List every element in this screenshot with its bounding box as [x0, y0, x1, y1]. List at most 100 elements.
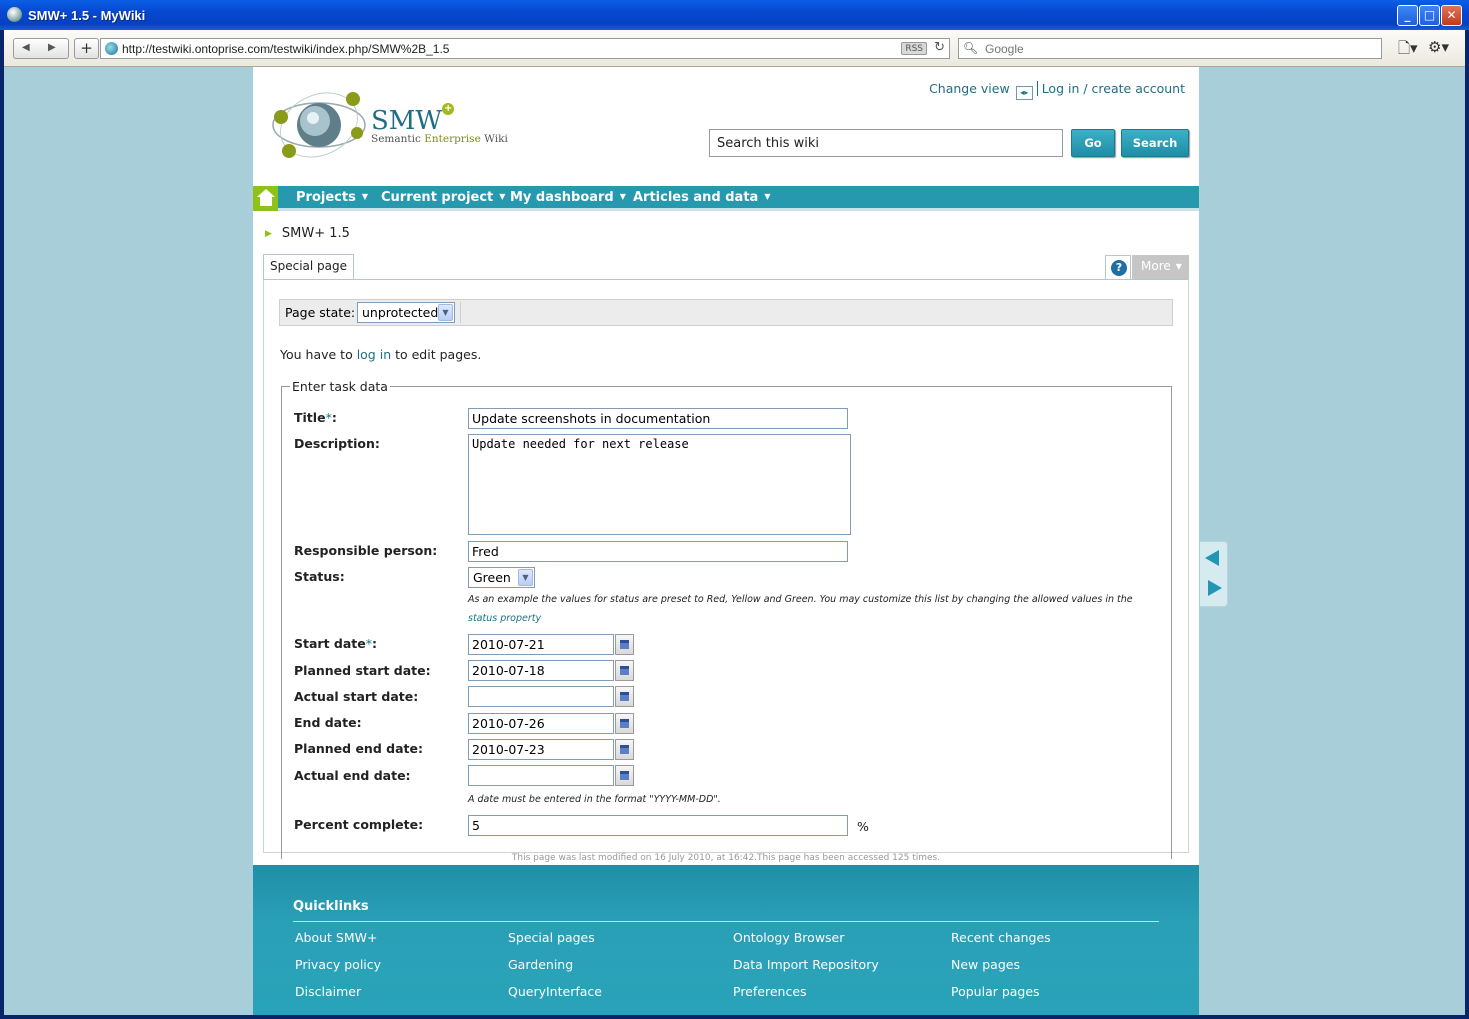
- footer-link-data-import[interactable]: Data Import Repository: [733, 957, 879, 972]
- status-property-link[interactable]: status property: [468, 613, 541, 624]
- back-forward-buttons: ◀ ▶: [13, 38, 69, 59]
- chevron-down-icon: ▼: [764, 192, 771, 201]
- login-inline-link[interactable]: log in: [357, 347, 391, 362]
- minimize-button[interactable]: _: [1397, 5, 1418, 26]
- chevron-down-icon[interactable]: ▼: [438, 304, 453, 321]
- planned-start-label: Planned start date:: [294, 663, 431, 678]
- planned-end-label: Planned end date:: [294, 741, 423, 756]
- reload-icon[interactable]: ↻: [934, 40, 945, 55]
- end-date-field[interactable]: [468, 713, 614, 734]
- page-title: SMW+ 1.5: [281, 226, 350, 241]
- page-state-select[interactable]: unprotected ▼: [357, 302, 455, 323]
- logo-subtitle: Semantic Enterprise Wiki: [371, 133, 508, 145]
- percent-field[interactable]: [468, 815, 848, 836]
- main-menu: Projects ▼ Current project ▼ My dashboard ▼…: [253, 186, 1199, 211]
- title-label: Title*:: [294, 410, 337, 425]
- change-view-link[interactable]: Change view: [929, 81, 1010, 96]
- description-label: Description:: [294, 436, 380, 451]
- browser-toolbar: ◀ ▶ + http://testwiki.ontoprise.com/test…: [4, 30, 1465, 67]
- menu-projects[interactable]: Projects ▼: [296, 190, 368, 205]
- home-icon[interactable]: [253, 186, 278, 211]
- calendar-icon[interactable]: [615, 686, 634, 707]
- browser-search-bar[interactable]: 🔍︎: [958, 38, 1382, 59]
- footer-link-ontology-browser[interactable]: Ontology Browser: [733, 930, 844, 945]
- change-view-icon[interactable]: ◂▸: [1015, 86, 1033, 100]
- page-menu-icon[interactable]: 🗋▾: [1398, 38, 1418, 63]
- page-state-bar: Page state: unprotected ▼: [279, 299, 1173, 326]
- footer-link-privacy[interactable]: Privacy policy: [295, 957, 381, 972]
- status-note-link-line: status property: [468, 613, 541, 624]
- browser-app-icon: [7, 7, 22, 22]
- search-button[interactable]: Search: [1121, 129, 1189, 157]
- close-button[interactable]: ✕: [1441, 5, 1462, 26]
- chevron-down-icon: ▼: [361, 192, 368, 201]
- forward-icon[interactable]: ▶: [48, 42, 56, 53]
- help-icon: ?: [1111, 260, 1127, 276]
- wiki-page: SMW + Semantic Enterprise Wiki Change vie…: [253, 67, 1199, 1015]
- status-select[interactable]: Green ▼: [468, 567, 535, 588]
- calendar-icon[interactable]: [615, 765, 634, 786]
- actual-end-field[interactable]: [468, 765, 614, 786]
- go-button[interactable]: Go: [1071, 129, 1115, 157]
- footer-link-popular-pages[interactable]: Popular pages: [951, 984, 1040, 999]
- calendar-icon[interactable]: [615, 634, 634, 655]
- footer-link-special-pages[interactable]: Special pages: [508, 930, 595, 945]
- footer-link-preferences[interactable]: Preferences: [733, 984, 807, 999]
- footer-link-recent-changes[interactable]: Recent changes: [951, 930, 1051, 945]
- status-note: As an example the values for status are …: [468, 594, 1133, 605]
- tab-special-page[interactable]: Special page: [263, 254, 355, 280]
- start-date-field[interactable]: [468, 634, 614, 655]
- more-menu[interactable]: More ▼: [1132, 255, 1189, 279]
- status-label: Status:: [294, 569, 345, 584]
- responsible-field[interactable]: [468, 541, 848, 562]
- plus-icon: +: [442, 103, 455, 115]
- rss-badge[interactable]: RSS: [901, 42, 927, 55]
- side-panel-toggle[interactable]: [1200, 541, 1228, 607]
- chevron-down-icon: ▼: [499, 192, 506, 201]
- title-field[interactable]: [468, 408, 848, 429]
- footer-link-gardening[interactable]: Gardening: [508, 957, 573, 972]
- last-modified-text: This page was last modified on 16 July 2…: [511, 853, 941, 863]
- personal-links: Change view ◂▸ Log in / create account: [929, 81, 1185, 100]
- menu-current-project[interactable]: Current project ▼: [381, 190, 505, 205]
- triangle-right-icon: ▶: [265, 229, 272, 239]
- login-notice: You have to log in to edit pages.: [280, 347, 482, 362]
- form-legend: Enter task data: [292, 379, 388, 394]
- footer: Quicklinks About SMW+ Privacy policy Dis…: [253, 865, 1199, 1015]
- menu-my-dashboard[interactable]: My dashboard ▼: [510, 190, 626, 205]
- footer-link-disclaimer[interactable]: Disclaimer: [295, 984, 361, 999]
- window-title: SMW+ 1.5 - MyWiki: [28, 8, 146, 23]
- end-date-label: End date:: [294, 715, 362, 730]
- chevron-down-icon: ▼: [1175, 262, 1182, 271]
- footer-link-queryinterface[interactable]: QueryInterface: [508, 984, 602, 999]
- window-titlebar: SMW+ 1.5 - MyWiki _ □ ✕: [0, 0, 1469, 30]
- help-button[interactable]: ?: [1105, 255, 1131, 279]
- url-text[interactable]: http://testwiki.ontoprise.com/testwiki/i…: [122, 42, 449, 56]
- calendar-icon[interactable]: [615, 713, 634, 734]
- actual-start-field[interactable]: [468, 686, 614, 707]
- footer-link-about[interactable]: About SMW+: [295, 930, 377, 945]
- description-textarea[interactable]: Update needed for next release: [468, 434, 851, 535]
- planned-start-field[interactable]: [468, 660, 614, 681]
- arrow-left-icon[interactable]: [1205, 550, 1219, 566]
- add-bookmark-button[interactable]: +: [74, 38, 99, 59]
- login-link[interactable]: Log in / create account: [1042, 81, 1185, 96]
- menu-articles-and-data[interactable]: Articles and data ▼: [633, 190, 770, 205]
- maximize-button[interactable]: □: [1419, 5, 1440, 26]
- browser-search-input[interactable]: [983, 40, 1373, 57]
- smw-logo-icon[interactable]: [269, 85, 367, 161]
- back-icon[interactable]: ◀: [22, 42, 30, 53]
- calendar-icon[interactable]: [615, 660, 634, 681]
- chevron-down-icon[interactable]: ▼: [518, 569, 533, 586]
- search-icon[interactable]: 🔍︎: [963, 41, 978, 55]
- footer-link-new-pages[interactable]: New pages: [951, 957, 1020, 972]
- date-format-note: A date must be entered in the format "YY…: [468, 794, 721, 805]
- logo-text: SMW + Semantic Enterprise Wiki: [371, 103, 508, 145]
- calendar-icon[interactable]: [615, 739, 634, 760]
- arrow-right-icon[interactable]: [1208, 580, 1222, 596]
- gear-icon[interactable]: ⚙▾: [1428, 38, 1449, 56]
- planned-end-field[interactable]: [468, 739, 614, 760]
- wiki-search-input[interactable]: [709, 129, 1063, 157]
- breadcrumb: ▶ SMW+ 1.5: [265, 226, 350, 241]
- address-bar[interactable]: http://testwiki.ontoprise.com/testwiki/i…: [100, 38, 950, 59]
